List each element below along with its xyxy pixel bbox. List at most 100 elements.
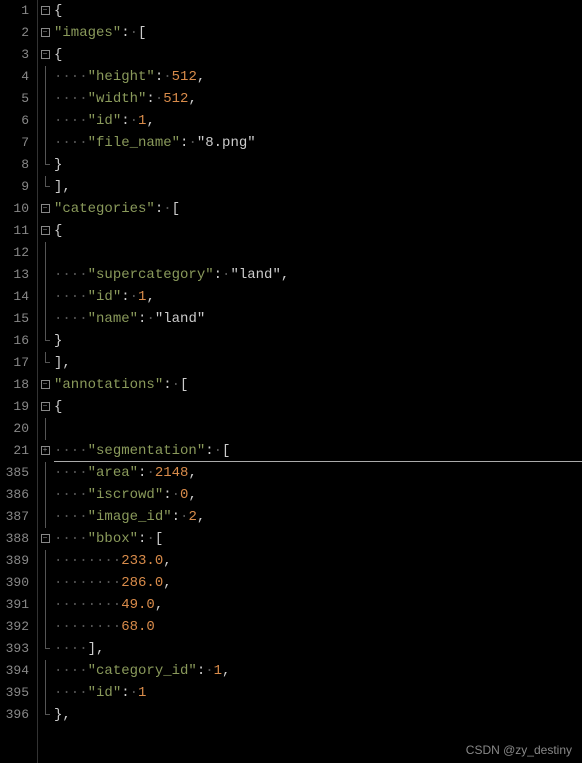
code-editor[interactable]: 1234567891011121314151617181920213853863… xyxy=(0,0,582,763)
fold-marker[interactable]: − xyxy=(38,44,52,66)
line-number: 18 xyxy=(0,374,29,396)
code-line[interactable]: ····"category_id":·1, xyxy=(54,660,582,682)
json-punct: [ xyxy=(155,531,163,547)
code-line[interactable]: ········68.0 xyxy=(54,616,582,638)
fold-collapse-icon[interactable]: − xyxy=(41,28,50,37)
code-line[interactable]: ····], xyxy=(54,638,582,660)
json-punct: } xyxy=(54,157,62,173)
code-line[interactable]: ····"segmentation":·[ xyxy=(54,440,582,462)
fold-marker[interactable]: − xyxy=(38,0,52,22)
fold-marker xyxy=(38,330,52,352)
whitespace-marker: ···· xyxy=(54,135,88,151)
line-number: 12 xyxy=(0,242,29,264)
fold-marker xyxy=(38,66,52,88)
code-line[interactable]: ····"image_id":·2, xyxy=(54,506,582,528)
fold-marker[interactable]: − xyxy=(38,220,52,242)
whitespace-marker: ···· xyxy=(54,91,88,107)
fold-column[interactable]: − − − − − − − + − xyxy=(38,0,52,763)
json-punct: ], xyxy=(88,641,105,657)
code-line[interactable]: ····"area":·2148, xyxy=(54,462,582,484)
fold-marker xyxy=(38,484,52,506)
code-line[interactable]: ····"id":·1 xyxy=(54,682,582,704)
json-key: "iscrowd" xyxy=(88,487,164,503)
json-punct: ], xyxy=(54,355,71,371)
line-number: 17 xyxy=(0,352,29,374)
code-line[interactable]: "categories":·[ xyxy=(54,198,582,220)
fold-collapse-icon[interactable]: − xyxy=(41,380,50,389)
json-punct: { xyxy=(54,399,62,415)
fold-collapse-icon[interactable]: − xyxy=(41,6,50,15)
code-line[interactable]: ····"width":·512, xyxy=(54,88,582,110)
code-line[interactable]: "annotations":·[ xyxy=(54,374,582,396)
fold-marker[interactable]: + xyxy=(38,440,52,462)
whitespace-marker: · xyxy=(146,311,154,327)
whitespace-marker: ···· xyxy=(54,685,88,701)
json-punct: , xyxy=(222,663,230,679)
code-line[interactable]: { xyxy=(54,220,582,242)
code-line[interactable]: ····"supercategory":·"land", xyxy=(54,264,582,286)
line-number: 392 xyxy=(0,616,29,638)
json-key: "categories" xyxy=(54,201,155,217)
whitespace-marker: ···· xyxy=(54,443,88,459)
json-key: "segmentation" xyxy=(88,443,206,459)
fold-marker[interactable]: − xyxy=(38,22,52,44)
line-number: 394 xyxy=(0,660,29,682)
code-line[interactable]: { xyxy=(54,44,582,66)
json-punct: [ xyxy=(222,443,230,459)
json-punct: , xyxy=(188,91,196,107)
json-punct: : xyxy=(172,509,180,525)
code-line[interactable]: ····"height":·512, xyxy=(54,66,582,88)
whitespace-marker: · xyxy=(163,69,171,85)
code-line[interactable]: ········286.0, xyxy=(54,572,582,594)
line-number: 8 xyxy=(0,154,29,176)
whitespace-marker: · xyxy=(188,135,196,151)
code-line[interactable]: } xyxy=(54,330,582,352)
line-number: 386 xyxy=(0,484,29,506)
fold-marker xyxy=(38,176,52,198)
fold-collapse-icon[interactable]: − xyxy=(41,534,50,543)
code-line[interactable]: ], xyxy=(54,352,582,374)
fold-marker[interactable]: − xyxy=(38,396,52,418)
code-line[interactable]: { xyxy=(54,0,582,22)
whitespace-marker: ········ xyxy=(54,619,121,635)
code-line[interactable]: ····"bbox":·[ xyxy=(54,528,582,550)
code-line[interactable]: } xyxy=(54,154,582,176)
fold-marker[interactable]: − xyxy=(38,198,52,220)
code-line[interactable]: ····"file_name":·"8.png" xyxy=(54,132,582,154)
json-punct: : xyxy=(146,91,154,107)
code-line[interactable]: "images":·[ xyxy=(54,22,582,44)
code-line[interactable] xyxy=(54,242,582,264)
code-line[interactable]: ····"iscrowd":·0, xyxy=(54,484,582,506)
line-number: 16 xyxy=(0,330,29,352)
fold-collapse-icon[interactable]: − xyxy=(41,204,50,213)
line-number: 20 xyxy=(0,418,29,440)
fold-marker[interactable]: − xyxy=(38,374,52,396)
fold-marker xyxy=(38,682,52,704)
fold-collapse-icon[interactable]: − xyxy=(41,402,50,411)
fold-expand-icon[interactable]: + xyxy=(41,446,50,455)
code-line[interactable]: ········233.0, xyxy=(54,550,582,572)
code-line[interactable]: ····"id":·1, xyxy=(54,286,582,308)
fold-collapse-icon[interactable]: − xyxy=(41,226,50,235)
json-key: "bbox" xyxy=(88,531,138,547)
code-line[interactable]: ········49.0, xyxy=(54,594,582,616)
code-line[interactable]: ], xyxy=(54,176,582,198)
fold-collapse-icon[interactable]: − xyxy=(41,50,50,59)
code-area[interactable]: {"images":·[{····"height":·512,····"widt… xyxy=(52,0,582,763)
whitespace-marker: · xyxy=(130,289,138,305)
line-number: 7 xyxy=(0,132,29,154)
whitespace-marker: ···· xyxy=(54,289,88,305)
json-punct: , xyxy=(281,267,289,283)
json-punct: : xyxy=(197,663,205,679)
code-line[interactable]: }, xyxy=(54,704,582,726)
code-line[interactable]: ····"name":·"land" xyxy=(54,308,582,330)
whitespace-marker: ···· xyxy=(54,531,88,547)
fold-marker[interactable]: − xyxy=(38,528,52,550)
code-line[interactable]: ····"id":·1, xyxy=(54,110,582,132)
fold-marker xyxy=(38,352,52,374)
whitespace-marker: ···· xyxy=(54,311,88,327)
code-line[interactable]: { xyxy=(54,396,582,418)
json-number: 512 xyxy=(163,91,188,107)
code-line[interactable] xyxy=(54,418,582,440)
whitespace-marker: ···· xyxy=(54,487,88,503)
